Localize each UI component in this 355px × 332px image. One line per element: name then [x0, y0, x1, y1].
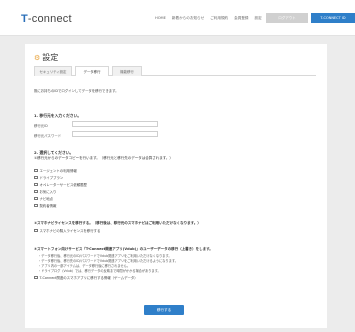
tab-feature-migration[interactable]: 機能移行	[112, 66, 142, 76]
option-operator-history[interactable]: オペレーターサービス依頼履歴	[34, 182, 87, 187]
step3-title: ②スマホナビライセンスを移行する。（移行後は、移行元のスマホナビはご利用いただけ…	[34, 221, 201, 225]
gear-icon: ⚙	[34, 53, 41, 62]
logout-button[interactable]: ログアウト	[266, 13, 308, 23]
option-drive-plan[interactable]: ドライブプラン	[34, 175, 63, 180]
step4-title: ③スマートフォン向けサービス「T-Connect関連アプリ(Vdub)」のユーザ…	[34, 247, 213, 251]
step2-description: ①移行元からのデータコピーを行います。（移行元と移行先のデータは合算されます。）	[34, 156, 173, 160]
migrate-submit-button[interactable]: 移行する	[144, 305, 184, 315]
checkbox[interactable]	[34, 196, 38, 201]
nav-terms[interactable]: ご利用規約	[210, 16, 228, 21]
tab-bar: セキュリティ設定 データ移行 機能移行	[34, 66, 316, 76]
checkbox[interactable]	[34, 175, 38, 180]
checkbox[interactable]	[34, 182, 38, 187]
option-license-migration[interactable]: スマホナビの購入ライセンスを移行する	[34, 228, 100, 233]
checkbox[interactable]	[34, 189, 38, 194]
nav-register[interactable]: 会員登録	[234, 16, 248, 21]
global-nav: HOME 新着からのお知らせ ご利用規約 会員登録 設定	[155, 16, 262, 21]
source-password-input[interactable]	[72, 131, 158, 137]
step4-note-4: ・ドライブログ（Vdub）では、移行データの反映まで時間がかかる場合があります。	[38, 269, 161, 273]
option-app-data-migration[interactable]: T-Connect関連のスマホアプリに移行する情報（ゲームデータ）	[34, 275, 138, 280]
site-header: T-connect HOME 新着からのお知らせ ご利用規約 会員登録 設定 ロ…	[0, 0, 355, 36]
source-password-label: 移行元パスワード	[34, 134, 62, 138]
settings-card: ⚙ 設定 セキュリティ設定 データ移行 機能移行 既にお持ちのIDでログインして…	[25, 44, 327, 328]
option-navi-points[interactable]: ナビ地点	[34, 196, 53, 201]
option-contract-info[interactable]: 契約者情報	[34, 203, 56, 208]
page-title: ⚙ 設定	[34, 53, 59, 62]
checkbox[interactable]	[34, 203, 38, 208]
nav-news[interactable]: 新着からのお知らせ	[172, 16, 204, 21]
checkbox[interactable]	[34, 228, 38, 233]
option-favorites[interactable]: お気に入り	[34, 189, 56, 194]
source-id-label: 移行元ID	[34, 124, 48, 128]
nav-settings[interactable]: 設定	[255, 16, 262, 21]
intro-text: 既にお持ちのIDでログインしてデータを移行できます。	[34, 89, 119, 93]
checkbox[interactable]	[34, 168, 38, 173]
tab-security[interactable]: セキュリティ設定	[34, 66, 72, 76]
tab-data-migration[interactable]: データ移行	[75, 66, 109, 76]
step1-title: 1. 移行元を入力ください。	[34, 113, 82, 118]
account-button[interactable]: T-CONNECT ID	[311, 13, 355, 23]
t-connect-logo[interactable]: T-connect	[21, 13, 72, 25]
nav-home[interactable]: HOME	[155, 16, 166, 21]
source-id-input[interactable]	[72, 121, 158, 127]
option-agent[interactable]: エージェントの利用情報	[34, 168, 77, 173]
checkbox[interactable]	[34, 275, 38, 280]
